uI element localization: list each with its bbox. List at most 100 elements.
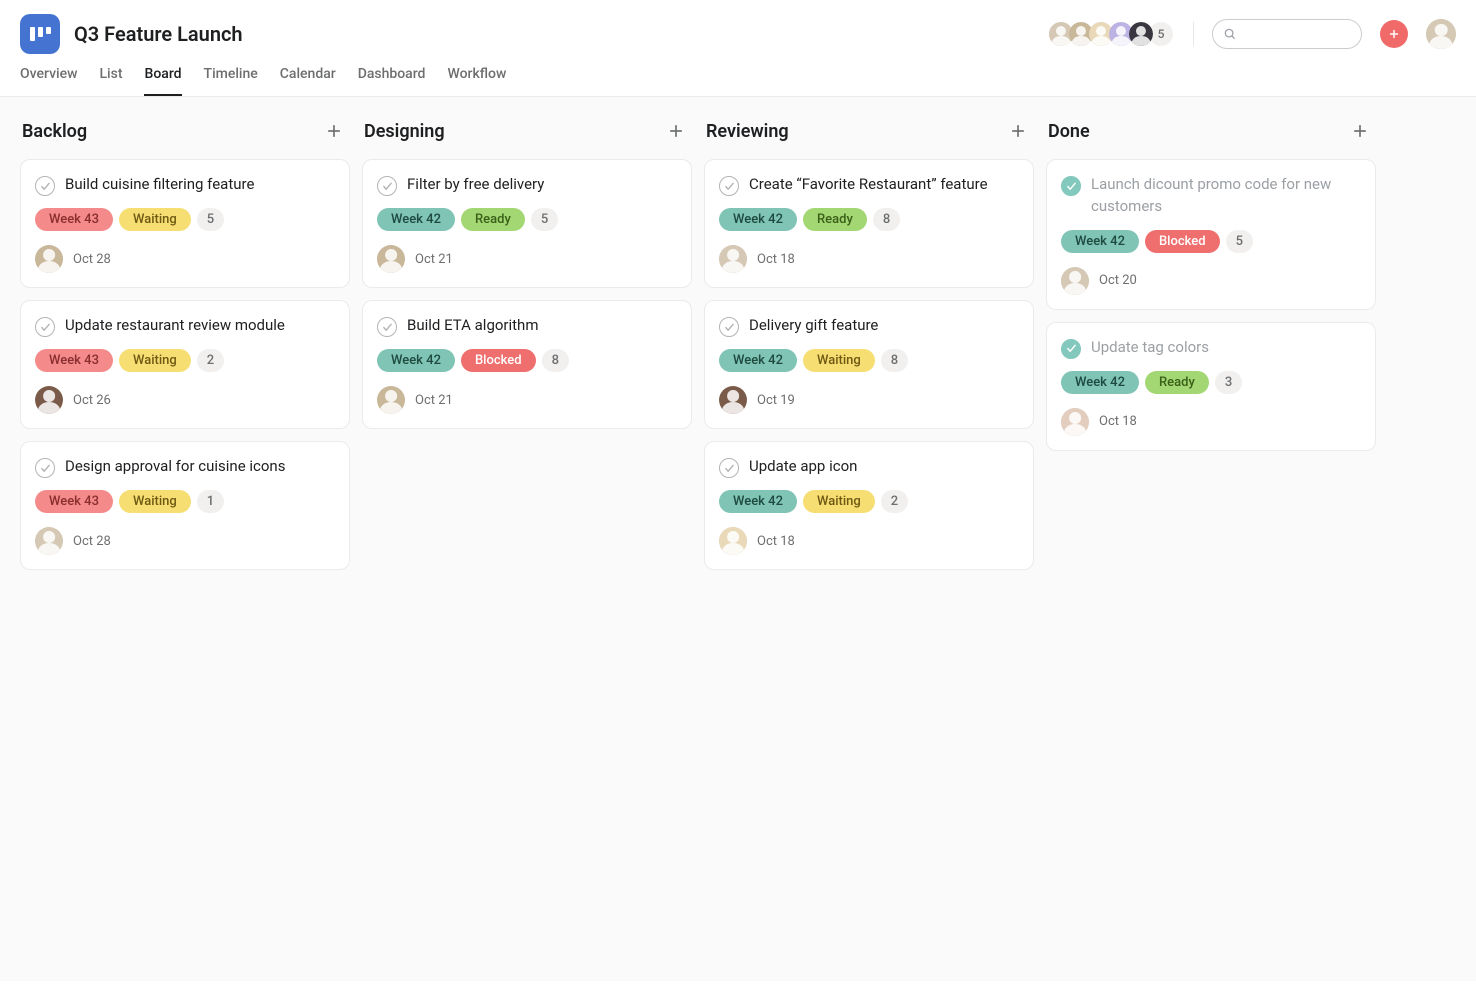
tab-overview[interactable]: Overview	[20, 66, 77, 96]
tag[interactable]: Week 43	[35, 349, 113, 372]
tag[interactable]: Week 42	[1061, 371, 1139, 394]
tag[interactable]: Waiting	[119, 349, 191, 372]
due-date: Oct 26	[73, 393, 111, 408]
card-title: Build cuisine filtering feature	[65, 174, 254, 196]
search-box[interactable]	[1212, 19, 1362, 49]
search-icon	[1223, 27, 1237, 41]
tag[interactable]: Week 42	[719, 490, 797, 513]
divider	[1193, 22, 1194, 46]
column-title[interactable]: Designing	[364, 121, 445, 142]
assignee-avatar[interactable]	[1061, 267, 1089, 295]
current-user-avatar[interactable]	[1426, 19, 1456, 49]
tab-calendar[interactable]: Calendar	[280, 66, 336, 96]
task-card[interactable]: Delivery gift feature Week 42 Waiting 8 Oct …	[704, 300, 1034, 429]
task-card[interactable]: Create “Favorite Restaurant” featureWeek…	[704, 159, 1034, 288]
points-badge: 1	[197, 490, 224, 513]
card-top: Delivery gift feature	[719, 315, 1019, 337]
tag[interactable]: Ready	[803, 208, 867, 231]
assignee-avatar[interactable]	[1061, 408, 1089, 436]
column-title[interactable]: Reviewing	[706, 121, 789, 142]
tab-board[interactable]: Board	[144, 66, 181, 96]
task-card[interactable]: Update tag colorsWeek 42Ready3Oct 18	[1046, 322, 1376, 451]
complete-check-icon[interactable]	[377, 176, 397, 196]
complete-check-icon[interactable]	[719, 317, 739, 337]
points-badge: 2	[881, 490, 908, 513]
assignee-avatar[interactable]	[35, 527, 63, 555]
tag-row: Week 42 Waiting 2	[719, 490, 1019, 513]
tag[interactable]: Week 43	[35, 208, 113, 231]
card-top: Filter by free delivery	[377, 174, 677, 196]
tag[interactable]: Week 42	[377, 208, 455, 231]
tab-list[interactable]: List	[99, 66, 122, 96]
points-badge: 8	[873, 208, 900, 231]
tag-row: Week 42Blocked8	[377, 349, 677, 372]
complete-check-icon[interactable]	[35, 176, 55, 196]
assignee-avatar[interactable]	[377, 245, 405, 273]
task-card[interactable]: Design approval for cuisine iconsWeek 43…	[20, 441, 350, 570]
due-date: Oct 19	[757, 393, 795, 408]
tag[interactable]: Week 43	[35, 490, 113, 513]
complete-check-icon[interactable]	[1061, 176, 1081, 196]
card-footer: Oct 21	[377, 245, 677, 273]
tab-timeline[interactable]: Timeline	[204, 66, 258, 96]
tag[interactable]: Week 42	[377, 349, 455, 372]
column-title[interactable]: Backlog	[22, 121, 87, 142]
tag[interactable]: Week 42	[719, 208, 797, 231]
tag[interactable]: Blocked	[461, 349, 536, 372]
points-badge: 8	[881, 349, 908, 372]
tag[interactable]: Waiting	[119, 490, 191, 513]
complete-check-icon[interactable]	[35, 317, 55, 337]
tag-row: Week 42 Waiting 8	[719, 349, 1019, 372]
task-card[interactable]: Update app icon Week 42 Waiting 2 Oct 18	[704, 441, 1034, 570]
add-card-button[interactable]	[662, 117, 690, 145]
points-badge: 3	[1215, 371, 1242, 394]
complete-check-icon[interactable]	[719, 458, 739, 478]
column-header: Done	[1046, 117, 1376, 145]
due-date: Oct 18	[757, 252, 795, 267]
card-footer: Oct 18	[719, 527, 1019, 555]
task-card[interactable]: Update restaurant review module Week 43 Wa…	[20, 300, 350, 429]
tab-workflow[interactable]: Workflow	[447, 66, 506, 96]
assignee-avatar[interactable]	[719, 386, 747, 414]
add-card-button[interactable]	[320, 117, 348, 145]
tag[interactable]: Week 42	[1061, 230, 1139, 253]
member-avatars[interactable]: 5	[1047, 20, 1175, 48]
tag-row: Week 43Waiting5	[35, 208, 335, 231]
tag[interactable]: Week 42	[719, 349, 797, 372]
complete-check-icon[interactable]	[35, 458, 55, 478]
card-title: Update app icon	[749, 456, 857, 478]
card-title: Launch dicount promo code for new custom…	[1091, 174, 1361, 218]
tab-dashboard[interactable]: Dashboard	[358, 66, 426, 96]
card-top: Build ETA algorithm	[377, 315, 677, 337]
add-card-button[interactable]	[1004, 117, 1032, 145]
tag[interactable]: Waiting	[119, 208, 191, 231]
project-board-icon[interactable]	[20, 14, 60, 54]
tag[interactable]: Waiting	[803, 490, 875, 513]
task-card[interactable]: Build ETA algorithmWeek 42Blocked8Oct 21	[362, 300, 692, 429]
points-badge: 5	[1226, 230, 1253, 253]
tag[interactable]: Ready	[461, 208, 525, 231]
project-title[interactable]: Q3 Feature Launch	[74, 22, 243, 46]
add-card-button[interactable]	[1346, 117, 1374, 145]
assignee-avatar[interactable]	[35, 386, 63, 414]
complete-check-icon[interactable]	[1061, 339, 1081, 359]
header-right: 5	[1047, 19, 1456, 49]
task-card[interactable]: Build cuisine filtering feature Week 43 Wa…	[20, 159, 350, 288]
tag[interactable]: Waiting	[803, 349, 875, 372]
add-button[interactable]	[1380, 20, 1408, 48]
task-card[interactable]: Filter by free deliveryWeek 42Ready5Oct …	[362, 159, 692, 288]
tag[interactable]: Ready	[1145, 371, 1209, 394]
task-card[interactable]: Launch dicount promo code for new custom…	[1046, 159, 1376, 310]
board: Backlog Build cuisine filtering feature We…	[0, 97, 1476, 981]
assignee-avatar[interactable]	[377, 386, 405, 414]
assignee-avatar[interactable]	[35, 245, 63, 273]
card-top: Update restaurant review module	[35, 315, 335, 337]
assignee-avatar[interactable]	[719, 245, 747, 273]
column-title[interactable]: Done	[1048, 121, 1090, 142]
column: Designing Filter by free delivery Week 42 R…	[362, 117, 692, 441]
assignee-avatar[interactable]	[719, 527, 747, 555]
complete-check-icon[interactable]	[719, 176, 739, 196]
complete-check-icon[interactable]	[377, 317, 397, 337]
tag[interactable]: Blocked	[1145, 230, 1220, 253]
card-footer: Oct 26	[35, 386, 335, 414]
